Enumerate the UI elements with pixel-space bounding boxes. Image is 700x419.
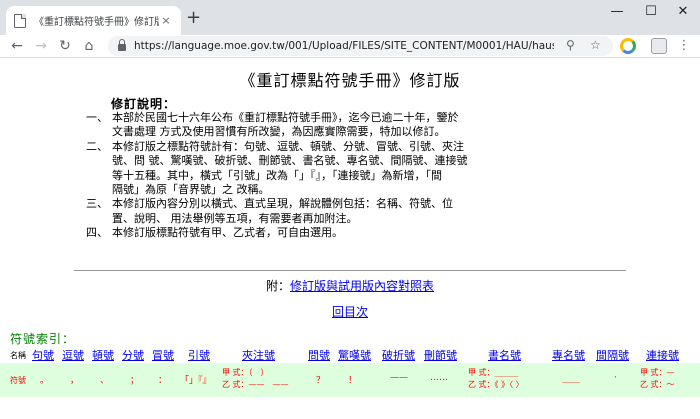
link-ellipsis[interactable]: 刪節號	[424, 347, 457, 363]
revision-text: 本修訂版內容分別以橫式、直式呈現，解說體例包括：名稱、符號、位 置、說明、 用法…	[112, 197, 453, 225]
browser-toolbar: ← → ↻ ⌂ https://language.moe.gov.tw/001/…	[0, 35, 700, 58]
lock-icon	[118, 39, 126, 51]
url-text: https://language.moe.gov.tw/001/Upload/F…	[134, 40, 554, 52]
forward-arrow-icon[interactable]: →	[32, 37, 50, 55]
symbol-enumeration: 、	[100, 376, 110, 386]
divider	[74, 270, 626, 271]
symbol-question: ？	[316, 376, 326, 386]
link-exclamation[interactable]: 驚嘆號	[338, 347, 371, 363]
symbol-dash: ——	[390, 373, 408, 383]
revision-item: 一、 本部於民國七十六年公布《重訂標點符號手冊》，迄今已逾二十年，鑒於 文書處理…	[86, 111, 626, 140]
link-book-title[interactable]: 書名號	[488, 347, 521, 363]
comparison-table-link[interactable]: 修訂版與試用版內容對照表	[290, 279, 434, 293]
browser-tab[interactable]: 《重訂標點符號手冊》修訂版--教... ×	[6, 6, 181, 35]
address-bar[interactable]: https://language.moe.gov.tw/001/Upload/F…	[108, 36, 613, 56]
extension-icon[interactable]	[620, 38, 636, 54]
back-line: 回目次	[0, 303, 700, 320]
menu-kebab-icon[interactable]: ⋮	[675, 37, 693, 55]
bookmark-star-icon[interactable]: ☆	[590, 38, 601, 52]
home-icon[interactable]: ⌂	[80, 37, 98, 55]
tab-title: 《重訂標點符號手冊》修訂版--教...	[34, 17, 159, 28]
symbol-exclamation: ！	[348, 376, 358, 386]
close-window-button[interactable]: ✕	[668, 4, 698, 19]
revision-text: 本部於民國七十六年公布《重訂標點符號手冊》，迄今已逾二十年，鑒於 文書處理 方式…	[112, 111, 459, 139]
reload-icon[interactable]: ↻	[56, 37, 74, 55]
revision-heading: 修訂說明：	[111, 97, 177, 111]
symbol-book-title-a: 甲 式：______	[468, 368, 519, 377]
link-comma[interactable]: 逗號	[62, 347, 84, 363]
symbol-proper-noun: ____	[562, 373, 580, 383]
revision-text: 本修訂版之標點符號計有：句號、逗號、頓號、分號、冒號、引號、夾注 號、問 號、驚…	[112, 139, 468, 197]
revision-item: 二、 本修訂版之標點符號計有：句號、逗號、頓號、分號、冒號、引號、夾注 號、問 …	[86, 140, 626, 198]
revision-item: 四、 本修訂版標點符號有甲、乙式者，可自由選用。	[86, 226, 626, 240]
revision-list: 一、 本部於民國七十六年公布《重訂標點符號手冊》，迄今已逾二十年，鑒於 文書處理…	[86, 111, 626, 241]
symbol-connector-b: 乙 式：～	[640, 380, 675, 389]
revision-number: 二、	[86, 139, 108, 153]
symbol-index-heading: 符號索引：	[10, 332, 76, 346]
appendix-prefix: 附：	[265, 279, 290, 293]
symbol-row: 符號 。 ， 、 ； ： 「」『』 甲 式：（ ） 乙 式：—— —— ？ ！ …	[0, 363, 700, 397]
link-middle-dot[interactable]: 間隔號	[596, 347, 629, 363]
tab-close-button[interactable]: ×	[159, 14, 173, 27]
link-proper-noun[interactable]: 專名號	[552, 347, 585, 363]
back-to-contents-link[interactable]: 回目次	[332, 305, 368, 319]
symbol-ellipsis: ……	[430, 373, 448, 383]
symbol-parenthesis-b: 乙 式：—— ——	[222, 380, 289, 389]
revision-item: 三、 本修訂版內容分別以橫式、直式呈現，解說體例包括：名稱、符號、位 置、說明、…	[86, 197, 626, 226]
symbol-quotation: 「」『』	[180, 376, 212, 386]
symbol-comma: ，	[70, 376, 80, 386]
link-connector[interactable]: 連接號	[646, 347, 679, 363]
link-enumeration[interactable]: 頓號	[92, 347, 114, 363]
revision-number: 四、	[86, 226, 108, 240]
symbol-period: 。	[40, 376, 50, 386]
link-parenthesis[interactable]: 夾注號	[242, 347, 275, 363]
revision-number: 三、	[86, 197, 108, 211]
link-period[interactable]: 句號	[32, 347, 54, 363]
symbol-middle-dot: ·	[614, 373, 617, 383]
profile-icon[interactable]	[651, 38, 667, 54]
symbol-parenthesis-a: 甲 式：（ ）	[222, 368, 269, 377]
symbol-connector-a: 甲 式：—	[640, 368, 675, 377]
link-question[interactable]: 問號	[308, 347, 330, 363]
document-icon	[14, 13, 26, 28]
symbol-book-title-b: 乙 式：《 》〈 〉	[468, 380, 524, 389]
appendix-line: 附：修訂版與試用版內容對照表	[0, 277, 700, 294]
page-title: 《重訂標點符號手冊》修訂版	[239, 71, 461, 90]
new-tab-button[interactable]: +	[186, 9, 201, 27]
zoom-icon[interactable]: ⚲	[566, 38, 575, 52]
name-label: 名稱	[10, 351, 26, 360]
symbol-label: 符號	[10, 376, 26, 385]
link-quotation[interactable]: 引號	[188, 347, 210, 363]
minimize-button[interactable]: —	[602, 4, 632, 19]
maximize-button[interactable]: ☐	[636, 4, 666, 19]
page-content: 《重訂標點符號手冊》修訂版 修訂說明： 一、 本部於民國七十六年公布《重訂標點符…	[0, 59, 700, 419]
symbol-colon: ：	[158, 376, 168, 386]
revision-text: 本修訂版標點符號有甲、乙式者，可自由選用。	[112, 226, 343, 240]
link-semicolon[interactable]: 分號	[122, 347, 144, 363]
tab-strip: 《重訂標點符號手冊》修訂版--教... × + — ☐ ✕	[0, 0, 700, 35]
revision-number: 一、	[86, 111, 108, 124]
symbol-semicolon: ；	[130, 376, 140, 386]
link-colon[interactable]: 冒號	[152, 347, 174, 363]
symbol-name-row: 名稱 句號 逗號 頓號 分號 冒號 引號 夾注號 問號 驚嘆號 破折號 刪節號 …	[10, 346, 700, 362]
link-dash[interactable]: 破折號	[382, 347, 415, 363]
back-arrow-icon[interactable]: ←	[8, 37, 26, 55]
